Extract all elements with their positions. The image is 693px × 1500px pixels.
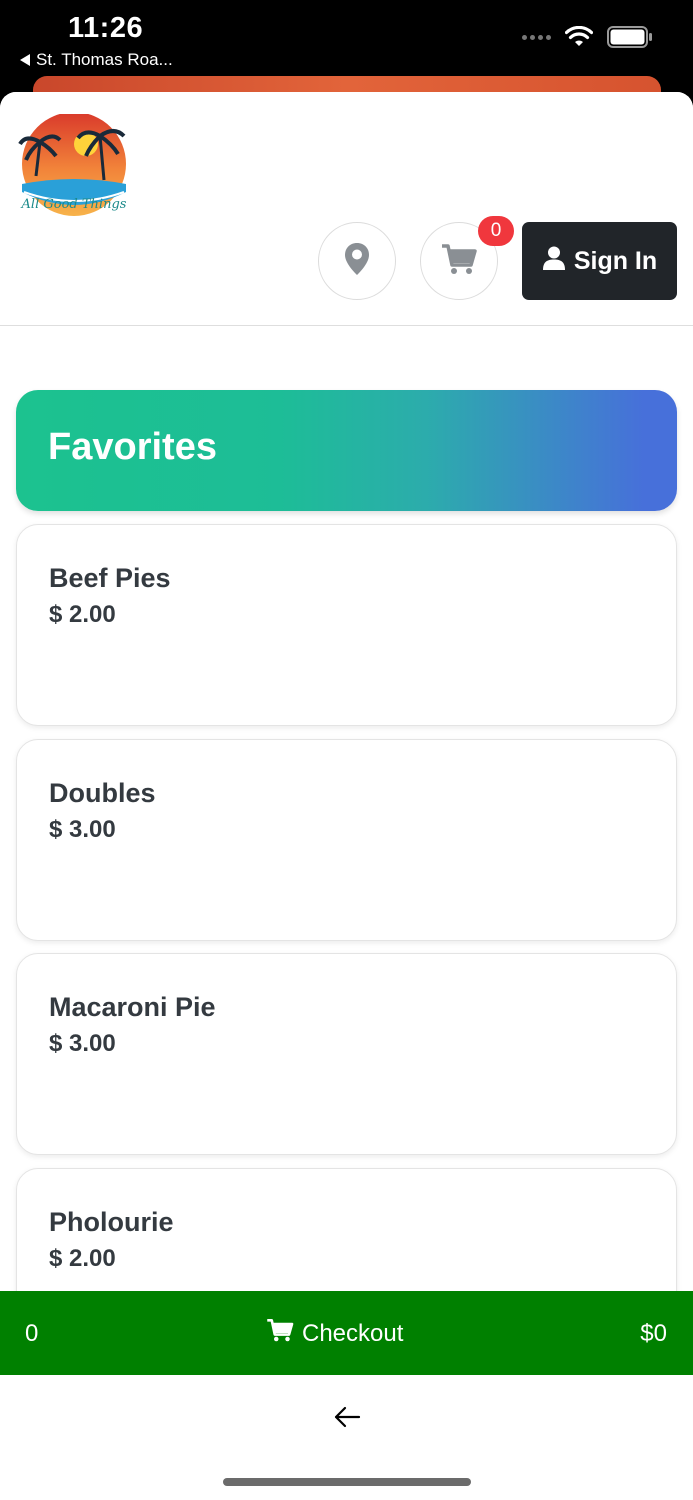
- checkout-bar[interactable]: 0 Checkout $0: [0, 1291, 693, 1375]
- status-indicators: [522, 26, 653, 48]
- menu-item-card[interactable]: Macaroni Pie $ 3.00: [16, 953, 677, 1155]
- item-name: Macaroni Pie: [49, 992, 216, 1022]
- cart-icon: [266, 1318, 294, 1349]
- app-sheet: All Good Things 0 Sign In Favorites Beef…: [0, 92, 693, 1500]
- header: All Good Things 0 Sign In: [0, 92, 693, 326]
- home-indicator[interactable]: [223, 1478, 471, 1486]
- sign-in-button[interactable]: Sign In: [522, 222, 677, 300]
- checkout-total: $0: [640, 1320, 667, 1347]
- favorites-banner: Favorites: [16, 390, 677, 511]
- item-name: Pholourie: [49, 1207, 174, 1237]
- back-to-app-link[interactable]: St. Thomas Roa...: [20, 50, 173, 70]
- back-arrow-icon[interactable]: [332, 1402, 362, 1432]
- item-price: $ 3.00: [49, 816, 116, 843]
- wifi-icon: [565, 26, 593, 48]
- battery-icon: [607, 26, 653, 48]
- item-name: Beef Pies: [49, 563, 171, 593]
- location-pin-icon: [344, 242, 370, 281]
- cellular-signal-icon: [522, 34, 551, 40]
- back-triangle-icon: [20, 54, 30, 66]
- checkout-item-count: 0: [25, 1320, 39, 1347]
- logo-script-text: All Good Things: [21, 197, 127, 212]
- section-title: Favorites: [48, 426, 217, 468]
- menu-item-card[interactable]: Beef Pies $ 2.00: [16, 524, 677, 726]
- sign-in-label: Sign In: [573, 246, 658, 275]
- back-to-app-label: St. Thomas Roa...: [36, 50, 173, 69]
- item-price: $ 2.00: [49, 601, 116, 628]
- item-price: $ 3.00: [49, 1030, 116, 1057]
- item-price: $ 2.00: [49, 1245, 116, 1272]
- cart-icon: [441, 243, 477, 280]
- user-icon: [542, 246, 566, 277]
- status-time: 11:26: [68, 12, 144, 44]
- brand-logo[interactable]: All Good Things: [16, 112, 132, 220]
- checkout-button[interactable]: Checkout: [266, 1318, 403, 1349]
- cart-count-badge: 0: [478, 216, 514, 246]
- item-name: Doubles: [49, 778, 156, 808]
- checkout-label: Checkout: [302, 1319, 404, 1347]
- menu-item-card[interactable]: Doubles $ 3.00: [16, 739, 677, 941]
- location-button[interactable]: [318, 222, 396, 300]
